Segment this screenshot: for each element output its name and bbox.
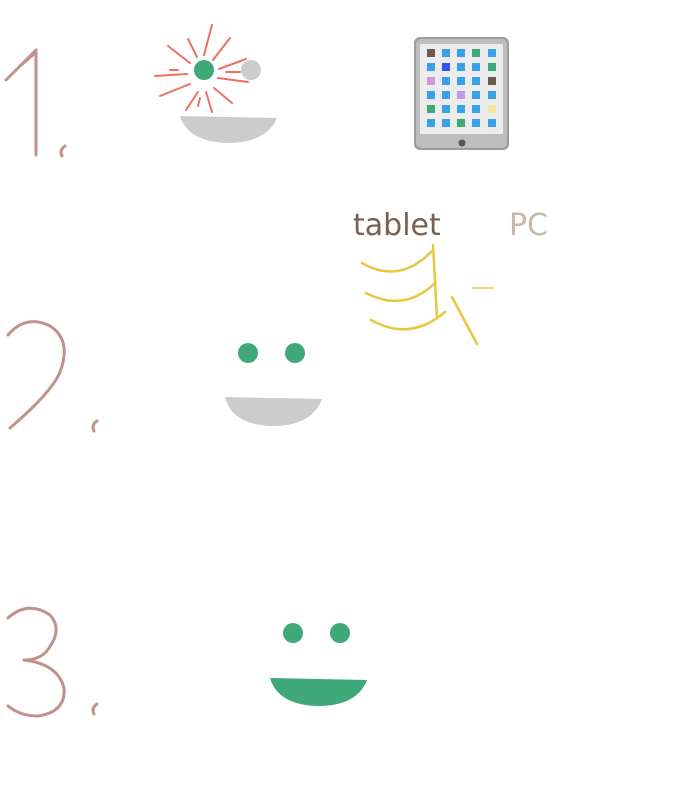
happy-eye-left [283,623,303,643]
step-1-number [4,48,67,158]
step-2 [6,320,322,433]
happy-mouth [270,678,367,706]
dizzy-eye-right [241,60,261,80]
neutral-eye-right [285,343,305,363]
happy-eye-right [330,623,350,643]
tablet-icon[interactable] [414,37,509,150]
tablet-label[interactable]: tablet [353,208,441,243]
neutral-mouth [225,397,322,426]
neutral-eye-left [238,343,258,363]
step-3-number [6,606,99,718]
dizzy-face [154,24,277,143]
dizzy-mouth [180,116,277,143]
neutral-face [225,343,322,426]
step-1: tablet PC [4,24,548,346]
steps-diagram: tablet PC [4,24,548,718]
pc-label[interactable]: PC [509,208,548,243]
dizzy-eye-left [194,60,214,80]
step-2-number [6,320,99,433]
step-3 [6,606,367,718]
happy-face [270,623,367,706]
tap-marks-icon [360,243,494,346]
tablet-home-button [458,139,466,147]
